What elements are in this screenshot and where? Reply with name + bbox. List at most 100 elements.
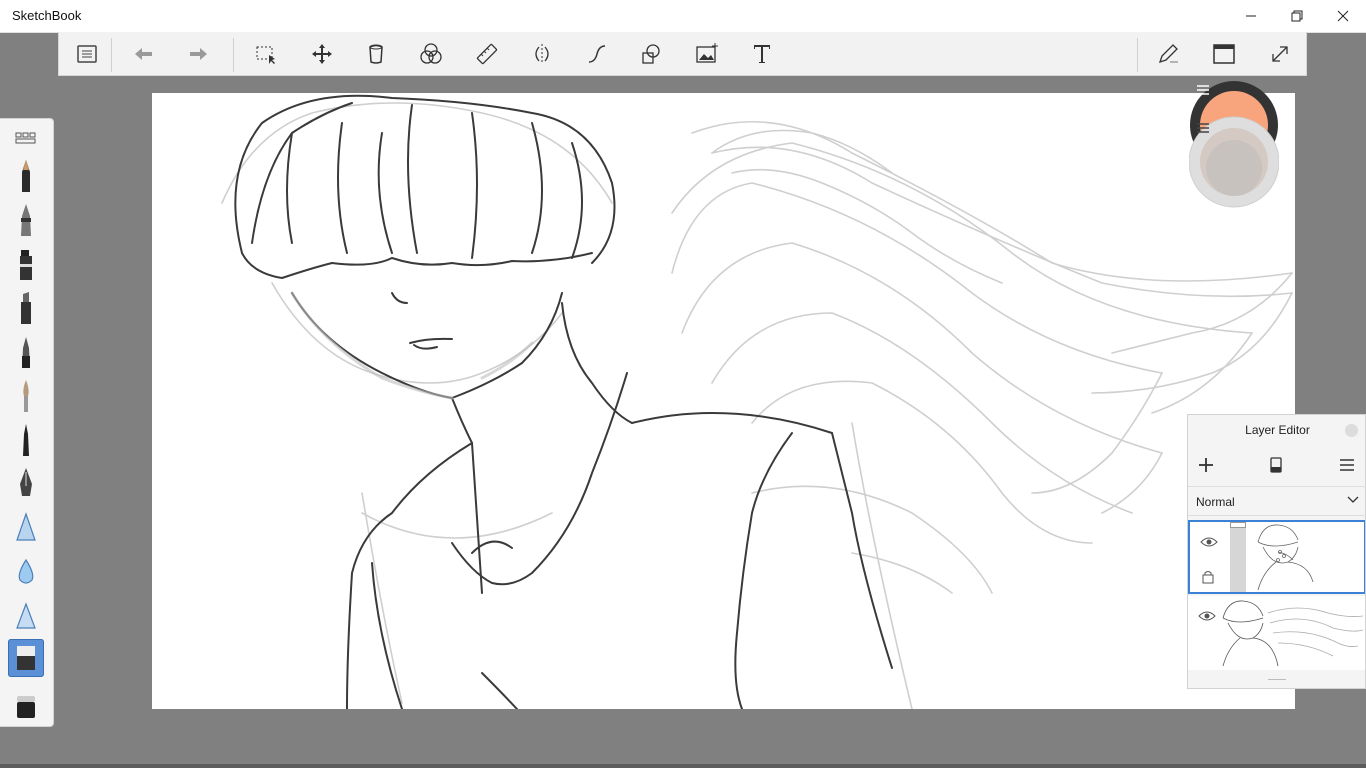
chisel-marker-brush[interactable] xyxy=(8,289,44,327)
ruler-button[interactable] xyxy=(471,38,503,70)
transform-button[interactable] xyxy=(306,38,338,70)
eraser-hard-brush[interactable] xyxy=(8,639,44,677)
restore-button[interactable] xyxy=(1274,0,1320,32)
fountain-pen-brush[interactable] xyxy=(8,465,44,503)
lagoon-menu-button[interactable] xyxy=(71,38,103,70)
brush-library-icon xyxy=(15,132,36,144)
airbrush-icon xyxy=(16,512,36,541)
fullscreen-icon xyxy=(1272,46,1288,62)
layer-icon xyxy=(1270,457,1282,473)
layer-row[interactable] xyxy=(1188,520,1365,594)
sketch-artwork xyxy=(221,94,1293,709)
layer-editor-panel: Layer Editor Normal xyxy=(1187,414,1366,689)
resize-grip[interactable] xyxy=(1268,679,1286,680)
layer-thumbnail xyxy=(1248,522,1364,592)
smudge-icon xyxy=(16,602,36,629)
ruler-icon xyxy=(476,43,498,65)
minimize-button[interactable] xyxy=(1228,0,1274,32)
divider xyxy=(111,38,112,72)
add-image-icon xyxy=(696,43,718,63)
paintbrush-icon xyxy=(23,380,29,412)
symmetry-button[interactable] xyxy=(526,38,558,70)
airbrush-brush[interactable] xyxy=(8,509,44,547)
layer-menu-button[interactable] xyxy=(1333,453,1361,477)
felt-pen-icon xyxy=(22,337,30,368)
brush-palette xyxy=(0,118,54,727)
pen-icon xyxy=(1158,44,1178,64)
undo-icon xyxy=(135,48,152,60)
shape-button[interactable] xyxy=(635,38,667,70)
water-drop-brush[interactable] xyxy=(8,553,44,591)
eraser-hard-icon xyxy=(17,646,35,670)
divider xyxy=(233,38,234,72)
eraser-soft-brush[interactable] xyxy=(8,687,44,725)
felt-pen-brush[interactable] xyxy=(8,333,44,371)
fine-liner-brush[interactable] xyxy=(8,421,44,459)
plus-icon xyxy=(1199,458,1213,472)
add-image-button[interactable] xyxy=(691,38,723,70)
close-icon xyxy=(1337,10,1349,22)
title-bar: SketchBook xyxy=(0,0,1366,33)
close-button[interactable] xyxy=(1320,0,1366,32)
undo-button[interactable] xyxy=(127,38,159,70)
color-editor-button[interactable] xyxy=(415,38,447,70)
close-panel-button[interactable] xyxy=(1345,424,1358,437)
drawing-canvas[interactable] xyxy=(152,93,1295,709)
selection-icon xyxy=(256,46,275,64)
selection-button[interactable] xyxy=(250,38,282,70)
brush-library-button[interactable] xyxy=(8,119,44,157)
blend-mode-select[interactable]: Normal xyxy=(1188,486,1366,516)
main-toolbar xyxy=(58,32,1307,76)
pen-mode-button[interactable] xyxy=(1152,38,1184,70)
add-layer-button[interactable] xyxy=(1192,453,1220,477)
color-puck-graphic xyxy=(1188,81,1280,208)
window-button[interactable] xyxy=(1208,38,1240,70)
paintbrush-brush[interactable] xyxy=(8,377,44,415)
fill-bucket-icon xyxy=(369,44,383,64)
shape-icon xyxy=(642,44,660,64)
window-icon xyxy=(1213,44,1235,64)
move-icon xyxy=(312,44,332,64)
curve-button[interactable] xyxy=(581,38,613,70)
text-icon xyxy=(754,45,770,63)
smudge-brush[interactable] xyxy=(8,597,44,635)
fine-liner-icon xyxy=(23,424,29,456)
menu-icon xyxy=(1340,459,1354,471)
chevron-down-icon xyxy=(1347,496,1359,503)
blend-mode-value: Normal xyxy=(1196,495,1235,509)
layer-fill-button[interactable] xyxy=(1262,453,1290,477)
ink-pen-icon xyxy=(21,204,31,236)
opacity-handle[interactable] xyxy=(1230,522,1246,528)
eye-icon[interactable] xyxy=(1200,536,1218,548)
chisel-marker-icon xyxy=(21,292,31,324)
marker-icon xyxy=(20,250,32,280)
redo-button[interactable] xyxy=(183,38,215,70)
text-button[interactable] xyxy=(746,38,778,70)
opacity-slider[interactable] xyxy=(1230,522,1246,592)
status-strip xyxy=(0,764,1366,768)
symmetry-icon xyxy=(535,44,549,64)
marker-brush[interactable] xyxy=(8,245,44,283)
lock-alpha-icon[interactable] xyxy=(1202,570,1214,584)
color-puck[interactable] xyxy=(1188,80,1280,208)
puck-menu-icon xyxy=(1197,85,1209,95)
ink-pen-brush[interactable] xyxy=(8,201,44,239)
fullscreen-button[interactable] xyxy=(1264,38,1296,70)
layer-editor-title: Layer Editor xyxy=(1245,423,1310,437)
curve-icon xyxy=(588,45,606,63)
puck-menu-icon xyxy=(1197,123,1209,133)
minimize-icon xyxy=(1246,15,1256,17)
fountain-pen-icon xyxy=(20,468,32,496)
pencil-brush[interactable] xyxy=(8,157,44,195)
list-icon xyxy=(77,45,97,63)
redo-icon xyxy=(190,48,207,60)
restore-icon xyxy=(1291,10,1303,22)
eraser-soft-icon xyxy=(17,696,35,718)
layer-row[interactable] xyxy=(1188,596,1365,670)
app-title: SketchBook xyxy=(12,8,82,23)
fill-button[interactable] xyxy=(360,38,392,70)
water-drop-icon xyxy=(18,558,34,584)
divider xyxy=(1137,38,1138,72)
color-circles-icon xyxy=(420,43,442,64)
eye-icon[interactable] xyxy=(1198,610,1216,622)
